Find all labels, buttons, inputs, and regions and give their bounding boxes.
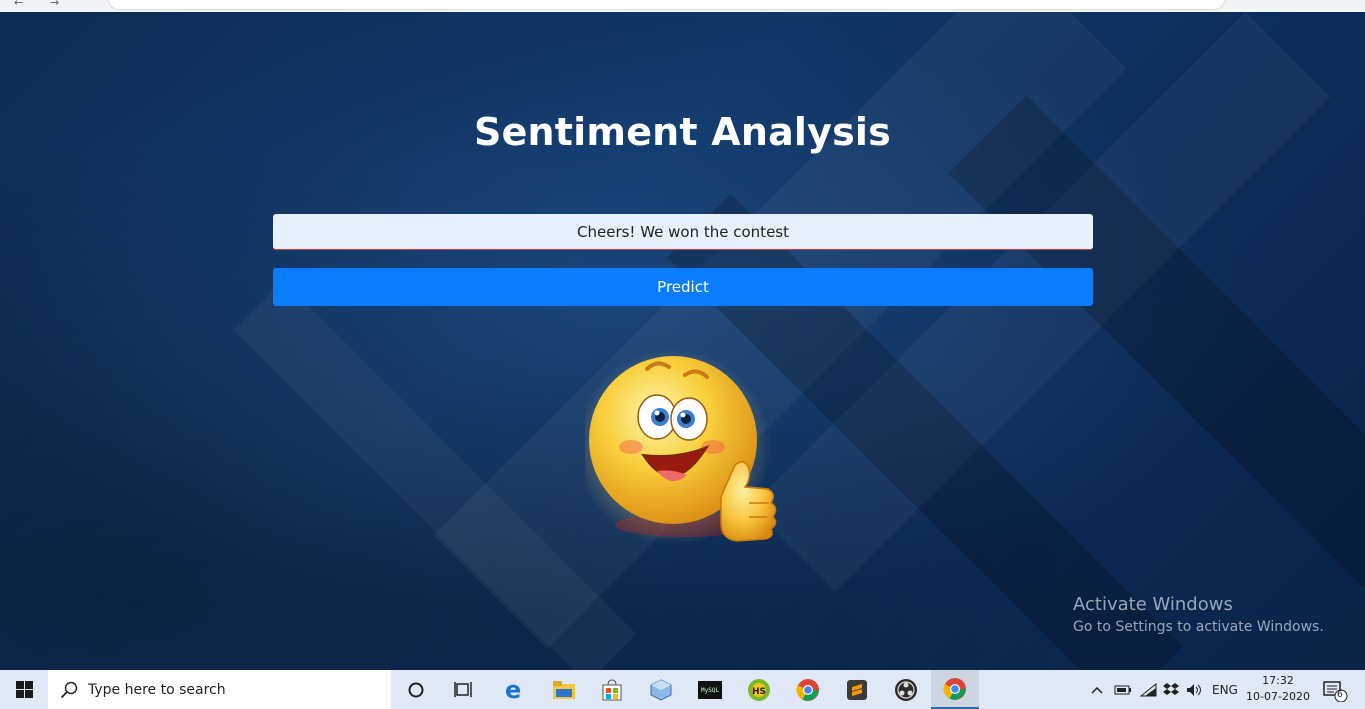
svg-text:HS: HS [752, 687, 766, 697]
clock-date: 10-07-2020 [1246, 690, 1310, 703]
terminal-app-icon[interactable]: MySQL [686, 670, 734, 709]
task-view-icon[interactable] [440, 670, 488, 709]
taskbar-clock[interactable]: 17:32 10-07-2020 [1244, 673, 1312, 705]
page-title: Sentiment Analysis [474, 110, 891, 154]
taskbar: Type here to search e MySQL HS ENG 17:32… [0, 670, 1365, 709]
predict-button[interactable]: Predict [273, 268, 1093, 306]
happy-thumbs-up-emoji-icon [575, 347, 785, 552]
cube-app-icon[interactable] [637, 670, 685, 709]
windows-start-icon[interactable] [0, 670, 48, 709]
clock-time: 17:32 [1262, 674, 1294, 687]
show-hidden-icons-icon[interactable] [1090, 670, 1104, 709]
activate-windows-watermark: Activate Windows Go to Settings to activ… [1073, 594, 1324, 635]
wifi-icon[interactable] [1140, 670, 1158, 709]
browser-chrome-strip: ← → [0, 0, 1365, 12]
volume-icon[interactable] [1186, 670, 1204, 709]
sentence-input[interactable] [273, 214, 1093, 250]
svg-text:MySQL: MySQL [701, 687, 719, 694]
watermark-title: Activate Windows [1073, 594, 1233, 615]
dropbox-icon[interactable] [1162, 670, 1180, 709]
taskbar-search-box[interactable]: Type here to search [48, 670, 391, 709]
svg-text:e: e [505, 678, 521, 702]
search-icon [60, 681, 78, 699]
obs-icon[interactable] [882, 670, 930, 709]
hs-app-icon[interactable]: HS [735, 670, 783, 709]
back-icon[interactable]: ← [14, 0, 23, 9]
battery-icon[interactable] [1114, 670, 1132, 709]
watermark-subtitle: Go to Settings to activate Windows. [1073, 619, 1324, 635]
edge-icon[interactable]: e [490, 670, 538, 709]
store-icon[interactable] [588, 670, 636, 709]
cortana-icon[interactable] [392, 670, 440, 709]
sublime-text-icon[interactable] [833, 670, 881, 709]
page-background: Sentiment Analysis Predict [0, 12, 1365, 670]
chrome-active-icon[interactable] [931, 670, 979, 709]
notification-count: 6 [1337, 690, 1343, 700]
language-indicator[interactable]: ENG [1212, 670, 1238, 709]
search-placeholder: Type here to search [88, 681, 226, 698]
chrome-icon[interactable] [784, 670, 832, 709]
address-bar[interactable] [108, 0, 1225, 10]
notifications-icon[interactable]: 6 [1322, 670, 1348, 709]
forward-icon[interactable]: → [50, 0, 59, 9]
file-explorer-icon[interactable] [540, 670, 588, 709]
